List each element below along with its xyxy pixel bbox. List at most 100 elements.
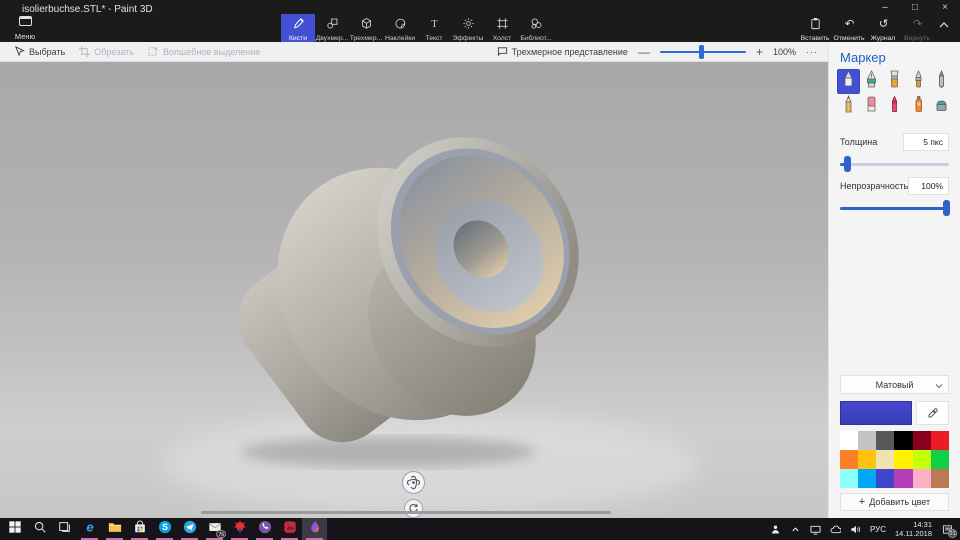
taskbar-edge-icon[interactable]: e	[77, 518, 102, 540]
view-zoom-controls: Трехмерное представление — + 100% ···	[497, 45, 818, 59]
taskbar-task-view-icon[interactable]	[52, 518, 77, 540]
tab-shapes-3d[interactable]: Трехмер...	[349, 14, 383, 42]
tab-brushes[interactable]: Кисти	[281, 14, 315, 42]
onedrive-cloud-icon[interactable]	[828, 521, 844, 537]
paste-button[interactable]: Вставить	[798, 14, 832, 42]
palette-swatch-0[interactable]	[840, 431, 858, 450]
current-color-swatch[interactable]	[840, 401, 912, 425]
tab-label: Эффекты	[451, 35, 485, 42]
rotate-3d-control[interactable]	[402, 471, 425, 494]
taskbar-start-button[interactable]	[2, 518, 27, 540]
palette-swatch-10[interactable]	[913, 450, 931, 469]
thickness-slider[interactable]	[840, 156, 949, 172]
palette-swatch-1[interactable]	[858, 431, 876, 450]
taskbar-mail-icon[interactable]: 76	[202, 518, 227, 540]
brush-spray-can[interactable]	[908, 95, 929, 118]
palette-swatch-17[interactable]	[931, 469, 949, 488]
time: 14:31	[895, 520, 932, 529]
tab-library[interactable]: Библиот...	[519, 14, 553, 42]
opacity-slider-thumb[interactable]	[943, 200, 950, 216]
magic-select-tool[interactable]: Волшебное выделение	[148, 46, 260, 57]
taskbar-red-app-icon[interactable]	[277, 518, 302, 540]
zoom-out-button[interactable]: —	[638, 45, 650, 59]
palette-swatch-7[interactable]	[858, 450, 876, 469]
rotate-z-control[interactable]	[404, 499, 423, 518]
palette-swatch-3[interactable]	[894, 431, 912, 450]
language-indicator[interactable]: РУС	[870, 525, 886, 534]
collapse-ribbon-chevron[interactable]	[938, 18, 956, 36]
volume-icon[interactable]	[848, 521, 864, 537]
horizontal-scrollbar[interactable]	[201, 511, 611, 514]
zoom-in-button[interactable]: +	[756, 45, 763, 59]
hidden-icons-chevron[interactable]	[788, 521, 804, 537]
action-center-button[interactable]: 21	[939, 521, 955, 537]
crop-tool[interactable]: Обрезать	[79, 46, 134, 57]
text-icon: T	[428, 17, 441, 34]
plus-icon: +	[859, 497, 865, 508]
taskbar-search-icon[interactable]	[27, 518, 52, 540]
history-button[interactable]: ↺Журнал	[866, 14, 900, 42]
three-d-view-icon	[497, 46, 508, 57]
palette-swatch-13[interactable]	[858, 469, 876, 488]
palette-swatch-12[interactable]	[840, 469, 858, 488]
svg-text:↷: ↷	[912, 19, 922, 30]
tab-shapes-2d[interactable]: Двухмер...	[315, 14, 349, 42]
magic-select-icon	[148, 46, 159, 57]
select-tool[interactable]: Выбрать	[14, 46, 65, 57]
display-tray-icon[interactable]	[808, 521, 824, 537]
brush-watercolor[interactable]	[908, 70, 929, 93]
tab-text[interactable]: TТекст	[417, 14, 451, 42]
canvas-icon	[496, 17, 509, 34]
palette-swatch-8[interactable]	[876, 450, 894, 469]
view-3d-toggle[interactable]: Трехмерное представление	[497, 46, 628, 57]
palette-swatch-9[interactable]	[894, 450, 912, 469]
taskbar-paint-3d-icon[interactable]	[302, 518, 327, 540]
close-button[interactable]: ×	[930, 0, 960, 17]
palette-swatch-4[interactable]	[913, 431, 931, 450]
palette-swatch-16[interactable]	[913, 469, 931, 488]
taskbar-skype-icon[interactable]: S	[152, 518, 177, 540]
redo-button[interactable]: ↷Вернуть	[900, 14, 934, 42]
palette-swatch-5[interactable]	[931, 431, 949, 450]
brush-oil-brush[interactable]	[884, 70, 905, 93]
taskbar-dr-web-icon[interactable]	[227, 518, 252, 540]
tab-effects[interactable]: Эффекты	[451, 14, 485, 42]
taskbar-file-explorer-icon[interactable]	[102, 518, 127, 540]
brush-pixel-pen[interactable]	[931, 70, 952, 93]
menu-icon	[19, 16, 32, 26]
tray-people-icon[interactable]	[768, 521, 784, 537]
taskbar-telegram-icon[interactable]	[177, 518, 202, 540]
clock[interactable]: 14:31 14.11.2018	[895, 520, 932, 539]
undo-button[interactable]: ↶Отменить	[832, 14, 866, 42]
brush-pencil[interactable]	[838, 95, 859, 118]
brush-fill[interactable]	[931, 95, 952, 118]
viewport-canvas[interactable]	[0, 62, 828, 518]
edit-toolbar: Выбрать Обрезать Волшебное выделение Тре…	[0, 42, 828, 62]
brush-eraser[interactable]	[861, 95, 882, 118]
opacity-slider[interactable]	[840, 200, 949, 216]
thickness-slider-thumb[interactable]	[844, 156, 851, 172]
palette-swatch-15[interactable]	[894, 469, 912, 488]
brush-calligraphy-pen[interactable]	[861, 70, 882, 93]
thickness-input[interactable]: 5 пкс	[903, 133, 949, 151]
spray-can-icon	[911, 95, 926, 118]
palette-swatch-14[interactable]	[876, 469, 894, 488]
brush-crayon[interactable]	[884, 95, 905, 118]
taskbar-viber-icon[interactable]	[252, 518, 277, 540]
palette-swatch-6[interactable]	[840, 450, 858, 469]
finish-dropdown[interactable]: Матовый	[840, 375, 949, 394]
tab-stickers[interactable]: Наклейки	[383, 14, 417, 42]
taskbar-store-icon[interactable]	[127, 518, 152, 540]
eyedropper-button[interactable]	[916, 401, 949, 425]
palette-swatch-11[interactable]	[931, 450, 949, 469]
opacity-input[interactable]: 100%	[908, 177, 949, 195]
palette-swatch-2[interactable]	[876, 431, 894, 450]
date: 14.11.2018	[895, 529, 932, 538]
brush-marker[interactable]	[838, 70, 859, 93]
tab-canvas[interactable]: Холст	[485, 14, 519, 42]
add-color-button[interactable]: + Добавить цвет	[840, 493, 949, 511]
zoom-slider[interactable]	[660, 45, 746, 59]
menu-button[interactable]: Меню	[6, 13, 44, 41]
zoom-slider-thumb[interactable]	[699, 45, 704, 59]
more-options-button[interactable]: ···	[806, 47, 818, 57]
